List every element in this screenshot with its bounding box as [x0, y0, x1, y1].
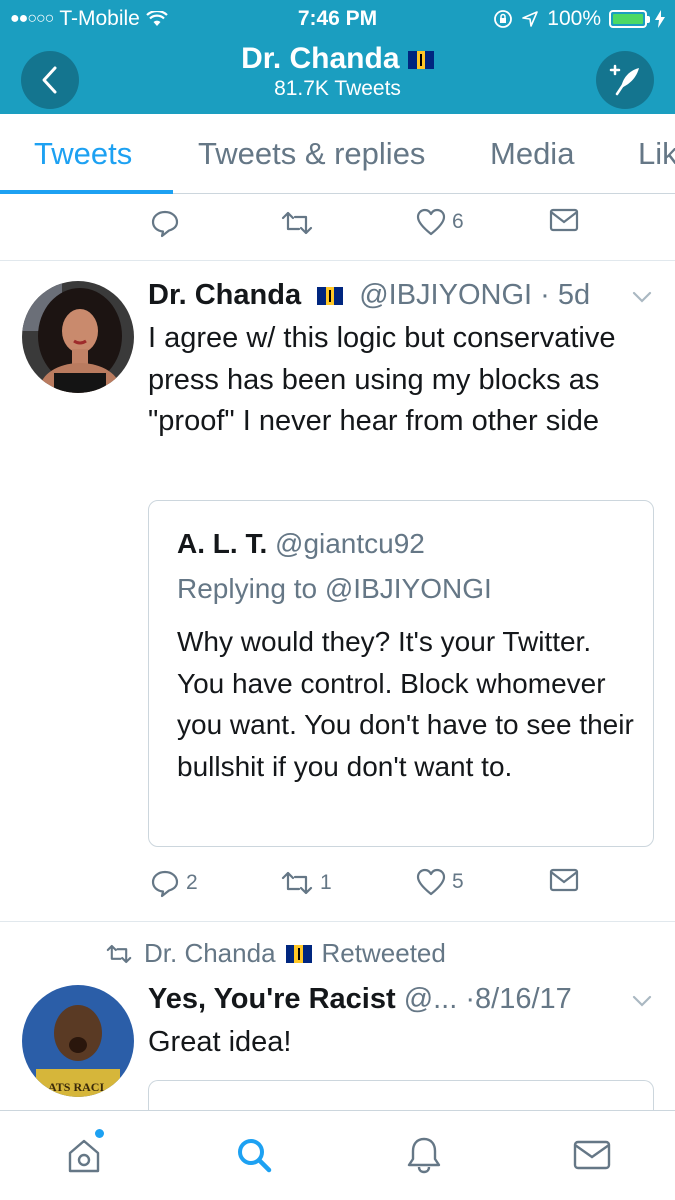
- retweet-icon: [281, 211, 313, 235]
- author-handle[interactable]: @IBJIYONGI: [359, 279, 532, 311]
- notifications-tab[interactable]: [404, 1135, 444, 1180]
- bottom-tab-bar: [0, 1110, 675, 1200]
- quoted-tweet-text: Why would they? It's your Twitter. You h…: [177, 626, 634, 782]
- author-name[interactable]: Dr. Chanda: [148, 279, 301, 311]
- heart-icon: [416, 868, 446, 896]
- envelope-icon: [549, 208, 579, 232]
- home-tab[interactable]: [64, 1129, 104, 1180]
- separator-dot: ·: [532, 279, 558, 311]
- profile-tabs: Tweets Tweets & replies Media Likes: [0, 114, 675, 194]
- envelope-icon: [573, 1140, 611, 1170]
- chevron-down-icon[interactable]: [631, 290, 653, 304]
- search-icon: [238, 1139, 272, 1173]
- battery-icon: [609, 10, 650, 28]
- like-button[interactable]: 6: [416, 208, 464, 236]
- envelope-icon: [549, 868, 579, 892]
- tab-media[interactable]: Media: [490, 136, 574, 172]
- reply-count: 2: [186, 871, 198, 894]
- reply-icon: [151, 870, 179, 898]
- tweet-header: Dr. Chanda @IBJIYONGI · 5d: [148, 279, 590, 312]
- like-count: 5: [452, 870, 464, 893]
- retweet-button[interactable]: [280, 208, 320, 238]
- bell-icon: [407, 1137, 441, 1174]
- barbados-flag-icon: [317, 287, 344, 306]
- like-button[interactable]: 5: [416, 868, 464, 896]
- avatar-shirt-text: ATS RACI: [48, 1080, 104, 1094]
- status-right: 100%: [493, 7, 665, 31]
- prev-tweet-actions: 6: [0, 208, 675, 248]
- like-count: 6: [452, 210, 464, 233]
- charging-bolt-icon: [655, 10, 665, 28]
- quoted-author-handle: @giantcu92: [275, 528, 425, 559]
- heart-icon: [416, 208, 446, 236]
- avatar-photo: ATS RACI: [22, 985, 134, 1097]
- quoted-tweet-header: A. L. T. @giantcu92: [177, 528, 425, 560]
- tweet-time[interactable]: 5d: [558, 279, 590, 311]
- retweet-icon: [281, 871, 313, 895]
- retweet-count: 1: [320, 871, 332, 894]
- avatar[interactable]: ATS RACI: [22, 985, 134, 1097]
- retweet-button[interactable]: 1: [280, 868, 332, 898]
- messages-tab[interactable]: [572, 1135, 612, 1180]
- tab-tweets-and-replies[interactable]: Tweets & replies: [198, 136, 425, 172]
- profile-header: ●●○○○ T-Mobile 7:46 PM 100% Dr. Chanda 8…: [0, 0, 675, 114]
- notification-dot: [95, 1129, 104, 1138]
- retweet-context: Dr. Chanda Retweeted: [104, 938, 446, 969]
- tab-likes[interactable]: Likes: [638, 136, 675, 172]
- home-icon: [68, 1139, 100, 1173]
- tweet-time[interactable]: 8/16/17: [475, 983, 572, 1015]
- profile-name-title: Dr. Chanda: [0, 42, 675, 76]
- tweet-header: Yes, You're Racist @... ·8/16/17: [148, 983, 572, 1016]
- orientation-lock-icon: [494, 10, 513, 28]
- retweet-icon: [106, 944, 132, 963]
- separator-dot: ·: [465, 983, 476, 1015]
- tweet-divider: [0, 921, 675, 922]
- retweeted-by: Dr. Chanda: [144, 938, 276, 968]
- battery-percent: 100%: [547, 7, 601, 30]
- tweet-count: 81.7K Tweets: [274, 77, 401, 100]
- direct-message-button[interactable]: [549, 208, 579, 232]
- profile-name: Dr. Chanda: [241, 42, 400, 75]
- tweet-divider: [0, 260, 675, 261]
- avatar[interactable]: [22, 281, 134, 393]
- chevron-down-icon[interactable]: [631, 994, 653, 1008]
- compose-tweet-button[interactable]: [596, 51, 654, 109]
- reply-button[interactable]: [150, 208, 186, 238]
- compose-feather-icon: [609, 64, 639, 96]
- author-name[interactable]: Yes, You're Racist: [148, 983, 396, 1015]
- avatar-photo: [22, 281, 134, 393]
- quoted-author-name: A. L. T.: [177, 528, 268, 559]
- direct-message-button[interactable]: [549, 868, 579, 892]
- barbados-flag-icon: [285, 944, 312, 963]
- replying-to: Replying to @IBJIYONGI: [177, 573, 492, 604]
- reply-icon: [151, 210, 179, 238]
- active-tab-indicator: [0, 190, 173, 194]
- tweet-text: Great idea!: [148, 1026, 292, 1058]
- reply-button[interactable]: 2: [150, 868, 198, 898]
- location-icon: [522, 11, 539, 27]
- quoted-tweet[interactable]: A. L. T. @giantcu92 Replying to @IBJIYON…: [148, 500, 654, 847]
- retweeted-label: Retweeted: [321, 938, 446, 968]
- barbados-flag-icon: [407, 51, 434, 70]
- tweet-actions: 2 1 5: [0, 868, 675, 908]
- status-bar: ●●○○○ T-Mobile 7:46 PM 100%: [0, 0, 675, 38]
- tweet-text: I agree w/ this logic but conservative p…: [148, 322, 616, 437]
- tab-tweets[interactable]: Tweets: [34, 136, 132, 172]
- search-tab[interactable]: [234, 1135, 274, 1180]
- author-handle[interactable]: @...: [404, 983, 458, 1015]
